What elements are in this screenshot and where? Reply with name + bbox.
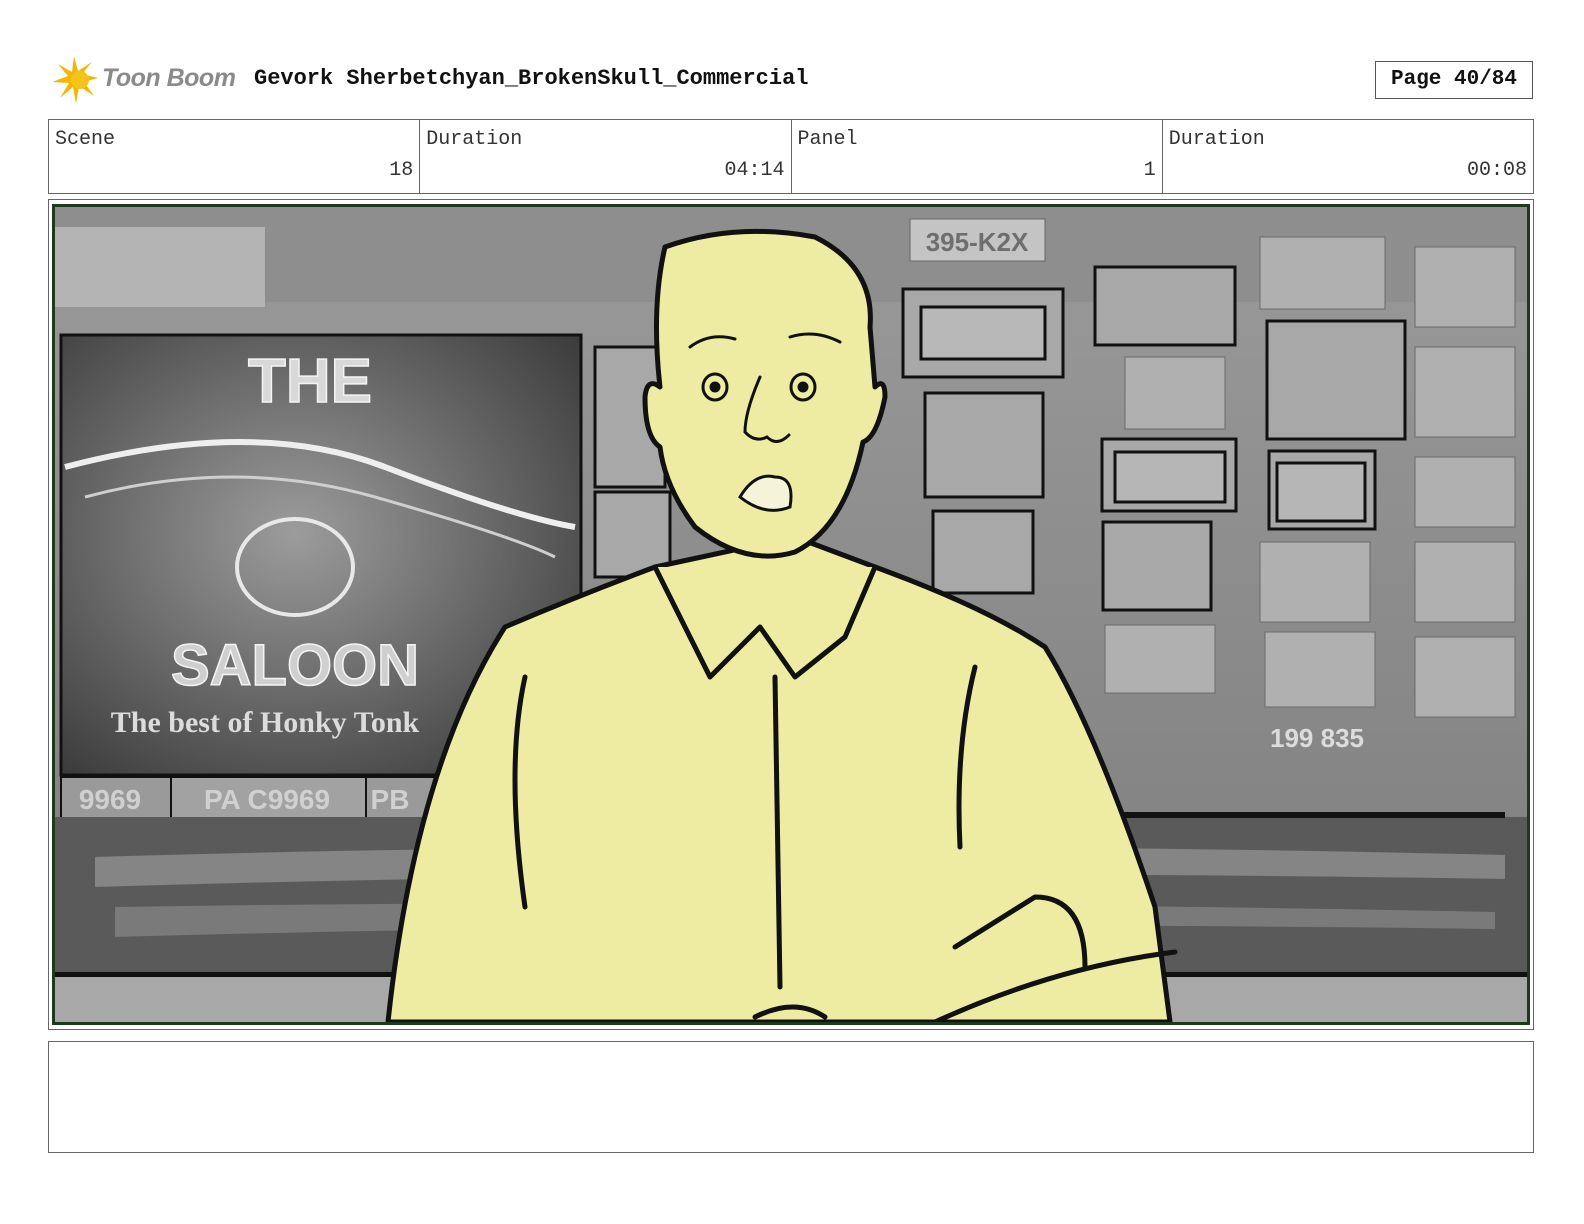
page-indicator: Page 40/84 <box>1375 61 1533 99</box>
scene-cell: Scene 18 <box>49 120 421 193</box>
brand-name: Toon Boom <box>102 64 236 92</box>
project-title: Gevork Sherbetchyan_BrokenSkull_Commerci… <box>254 66 809 91</box>
panel-duration-cell: Duration 00:08 <box>1163 120 1533 193</box>
panel-cell: Panel 1 <box>792 120 1163 193</box>
panel-duration-label: Duration <box>1168 128 1265 151</box>
panel-notes-box <box>48 1041 1534 1153</box>
scene-duration-value: 04:14 <box>724 159 785 182</box>
scene-duration-cell: Duration 04:14 <box>420 120 792 193</box>
scene-duration-label: Duration <box>426 128 523 151</box>
right-plate-text: 199 835 <box>1270 723 1364 753</box>
sign-top-text: THE <box>248 347 372 416</box>
toon-boom-logo: Toon Boom <box>52 56 242 106</box>
top-plate-text: 395-K2X <box>926 227 1029 257</box>
plate-a-text: 9969 <box>79 784 141 815</box>
plate-b-text: PA C9969 <box>204 784 330 815</box>
storyboard-panel-image: THE SALOON The best of Honky Tonk 9969 P… <box>52 204 1530 1025</box>
starburst-icon <box>52 56 98 104</box>
panel-duration-value: 00:08 <box>1466 159 1527 182</box>
sign-tagline-text: The best of Honky Tonk <box>111 706 420 739</box>
license-plate-row: 9969 PA C9969 PB <box>60 776 467 824</box>
scene-value: 18 <box>389 159 414 182</box>
sign-bottom-text: SALOON <box>171 633 419 698</box>
plate-c-text: PB <box>371 784 410 815</box>
scene-label: Scene <box>55 128 116 151</box>
panel-label: Panel <box>797 128 858 151</box>
panel-drawing: THE SALOON The best of Honky Tonk 9969 P… <box>55 207 1527 1022</box>
scene-info-table: Scene 18 Duration 04:14 Panel 1 Duration… <box>48 119 1534 194</box>
panel-value: 1 <box>1143 159 1156 182</box>
